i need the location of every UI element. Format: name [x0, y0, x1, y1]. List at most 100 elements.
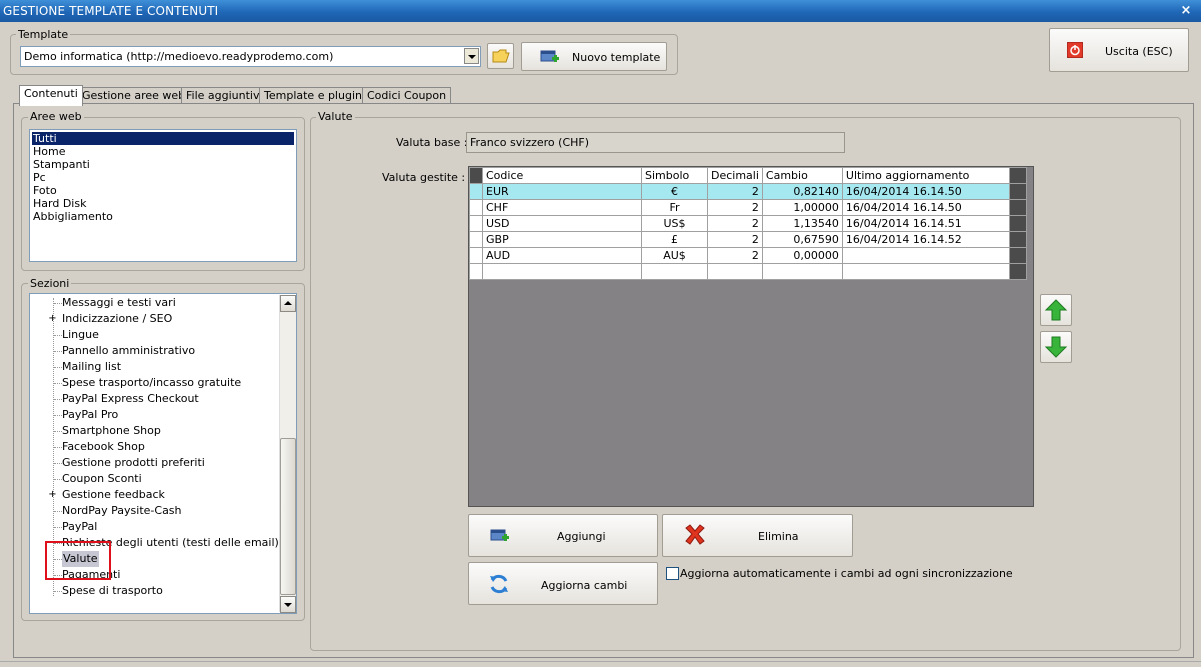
- sections-scrollbar[interactable]: [279, 295, 296, 613]
- delete-x-icon: [685, 524, 705, 545]
- column-header[interactable]: Decimali: [707, 167, 763, 184]
- table-row[interactable]: CHF Fr 2 1,00000 16/04/2014 16.14.50: [469, 199, 1027, 216]
- cell-empty[interactable]: [707, 263, 763, 280]
- cell-code[interactable]: CHF: [482, 199, 642, 216]
- cell-symbol[interactable]: US$: [641, 215, 708, 232]
- cell-symbol[interactable]: £: [641, 231, 708, 248]
- expand-plus-icon[interactable]: +: [48, 314, 57, 324]
- tree-connector: [54, 431, 62, 432]
- cell-updated[interactable]: 16/04/2014 16.14.50: [841, 199, 1010, 216]
- move-up-button[interactable]: [1040, 294, 1072, 326]
- tree-item[interactable]: NordPay Paysite-Cash: [62, 503, 182, 519]
- cell-code[interactable]: GBP: [482, 231, 642, 248]
- cell-decimals[interactable]: 2: [707, 215, 763, 232]
- cell-symbol[interactable]: €: [641, 183, 708, 200]
- new-template-label: Nuovo template: [572, 51, 661, 64]
- cell-code[interactable]: EUR: [482, 183, 642, 200]
- column-header[interactable]: Ultimo aggiornamento: [841, 167, 1010, 184]
- cell-symbol[interactable]: Fr: [641, 199, 708, 216]
- cell-code[interactable]: USD: [482, 215, 642, 232]
- tree-item[interactable]: PayPal: [62, 519, 97, 535]
- open-template-folder-button[interactable]: [487, 43, 514, 69]
- tab-contenuti[interactable]: Contenuti: [19, 85, 83, 106]
- tree-item[interactable]: PayPal Pro: [62, 407, 118, 423]
- column-header[interactable]: Cambio: [761, 167, 843, 184]
- row-indicator[interactable]: [469, 263, 483, 280]
- auto-update-label[interactable]: Aggiorna automaticamente i cambi ad ogni…: [680, 567, 1013, 580]
- currencies-label: Valute: [316, 110, 355, 123]
- add-currency-label: Aggiungi: [557, 530, 606, 543]
- cell-decimals[interactable]: 2: [707, 183, 763, 200]
- template-select[interactable]: Demo informatica (http://medioevo.readyp…: [20, 46, 481, 67]
- currencies-table: Codice Simbolo Decimali Cambio Ultimo ag…: [469, 167, 1027, 280]
- tree-item[interactable]: Spese trasporto/incasso gratuite: [62, 375, 241, 391]
- add-currency-button[interactable]: Aggiungi: [468, 514, 658, 557]
- tree-item[interactable]: Smartphone Shop: [62, 423, 161, 439]
- cell-rate[interactable]: 1,13540: [761, 215, 843, 232]
- list-item[interactable]: Stampanti: [32, 158, 90, 171]
- cell-empty[interactable]: [482, 263, 642, 280]
- tree-item[interactable]: Messaggi e testi vari: [62, 295, 176, 311]
- scroll-thumb[interactable]: [280, 438, 296, 595]
- base-currency-label: Valuta base :: [396, 136, 468, 149]
- column-header[interactable]: Codice: [482, 167, 642, 184]
- cell-updated[interactable]: 16/04/2014 16.14.51: [841, 215, 1010, 232]
- cell-decimals[interactable]: 2: [707, 231, 763, 248]
- arrow-up-icon: [1044, 299, 1068, 321]
- table-row[interactable]: USD US$ 2 1,13540 16/04/2014 16.14.51: [469, 215, 1027, 232]
- list-item[interactable]: Pc: [32, 171, 46, 184]
- row-indicator[interactable]: [469, 247, 483, 264]
- list-item[interactable]: Tutti: [32, 132, 294, 145]
- tree-item[interactable]: Coupon Sconti: [62, 471, 142, 487]
- cell-updated[interactable]: [841, 247, 1010, 264]
- cell-updated[interactable]: 16/04/2014 16.14.50: [841, 183, 1010, 200]
- table-row[interactable]: EUR € 2 0,82140 16/04/2014 16.14.50: [469, 183, 1027, 200]
- delete-currency-button[interactable]: Elimina: [662, 514, 853, 557]
- cell-decimals[interactable]: 2: [707, 247, 763, 264]
- row-indicator[interactable]: [469, 183, 483, 200]
- table-row-empty[interactable]: [469, 263, 1027, 280]
- tree-item[interactable]: Lingue: [62, 327, 99, 343]
- cell-updated[interactable]: 16/04/2014 16.14.52: [841, 231, 1010, 248]
- new-template-button[interactable]: Nuovo template: [521, 42, 667, 71]
- tree-item[interactable]: Pannello amministrativo: [62, 343, 195, 359]
- list-item[interactable]: Foto: [32, 184, 57, 197]
- row-indicator[interactable]: [469, 215, 483, 232]
- exit-button[interactable]: Uscita (ESC): [1049, 28, 1189, 72]
- update-rates-button[interactable]: Aggiorna cambi: [468, 562, 658, 605]
- table-row[interactable]: AUD AU$ 2 0,00000: [469, 247, 1027, 264]
- cell-empty[interactable]: [641, 263, 708, 280]
- tree-item[interactable]: Facebook Shop: [62, 439, 145, 455]
- web-areas-list[interactable]: Tutti Home Stampanti Pc Foto Hard Disk A…: [29, 129, 297, 262]
- cell-empty[interactable]: [841, 263, 1010, 280]
- scroll-up-button[interactable]: [280, 295, 296, 312]
- cell-rate[interactable]: 1,00000: [761, 199, 843, 216]
- auto-update-checkbox[interactable]: [666, 567, 679, 580]
- tree-item[interactable]: PayPal Express Checkout: [62, 391, 199, 407]
- tree-item[interactable]: Gestione prodotti preferiti: [62, 455, 205, 471]
- list-item[interactable]: Abbigliamento: [32, 210, 113, 223]
- close-icon[interactable]: ×: [1179, 0, 1193, 22]
- scroll-down-button[interactable]: [280, 596, 296, 613]
- column-header[interactable]: Simbolo: [641, 167, 708, 184]
- list-item[interactable]: Home: [32, 145, 65, 158]
- list-item[interactable]: Hard Disk: [32, 197, 86, 210]
- expand-plus-icon[interactable]: +: [48, 490, 57, 500]
- cell-rate[interactable]: 0,82140: [761, 183, 843, 200]
- row-indicator[interactable]: [469, 231, 483, 248]
- cell-decimals[interactable]: 2: [707, 199, 763, 216]
- cell-rate[interactable]: 0,00000: [761, 247, 843, 264]
- tree-item[interactable]: Gestione feedback: [62, 487, 165, 503]
- cell-empty[interactable]: [761, 263, 843, 280]
- cell-rate[interactable]: 0,67590: [761, 231, 843, 248]
- row-indicator[interactable]: [469, 199, 483, 216]
- currencies-grid[interactable]: Codice Simbolo Decimali Cambio Ultimo ag…: [468, 166, 1034, 507]
- cell-symbol[interactable]: AU$: [641, 247, 708, 264]
- move-down-button[interactable]: [1040, 331, 1072, 363]
- cell-code[interactable]: AUD: [482, 247, 642, 264]
- chevron-down-icon[interactable]: [464, 48, 479, 64]
- table-row[interactable]: GBP £ 2 0,67590 16/04/2014 16.14.52: [469, 231, 1027, 248]
- tree-item[interactable]: Mailing list: [62, 359, 121, 375]
- tree-item[interactable]: Spese di trasporto: [62, 583, 163, 599]
- tree-item[interactable]: Indicizzazione / SEO: [62, 311, 172, 327]
